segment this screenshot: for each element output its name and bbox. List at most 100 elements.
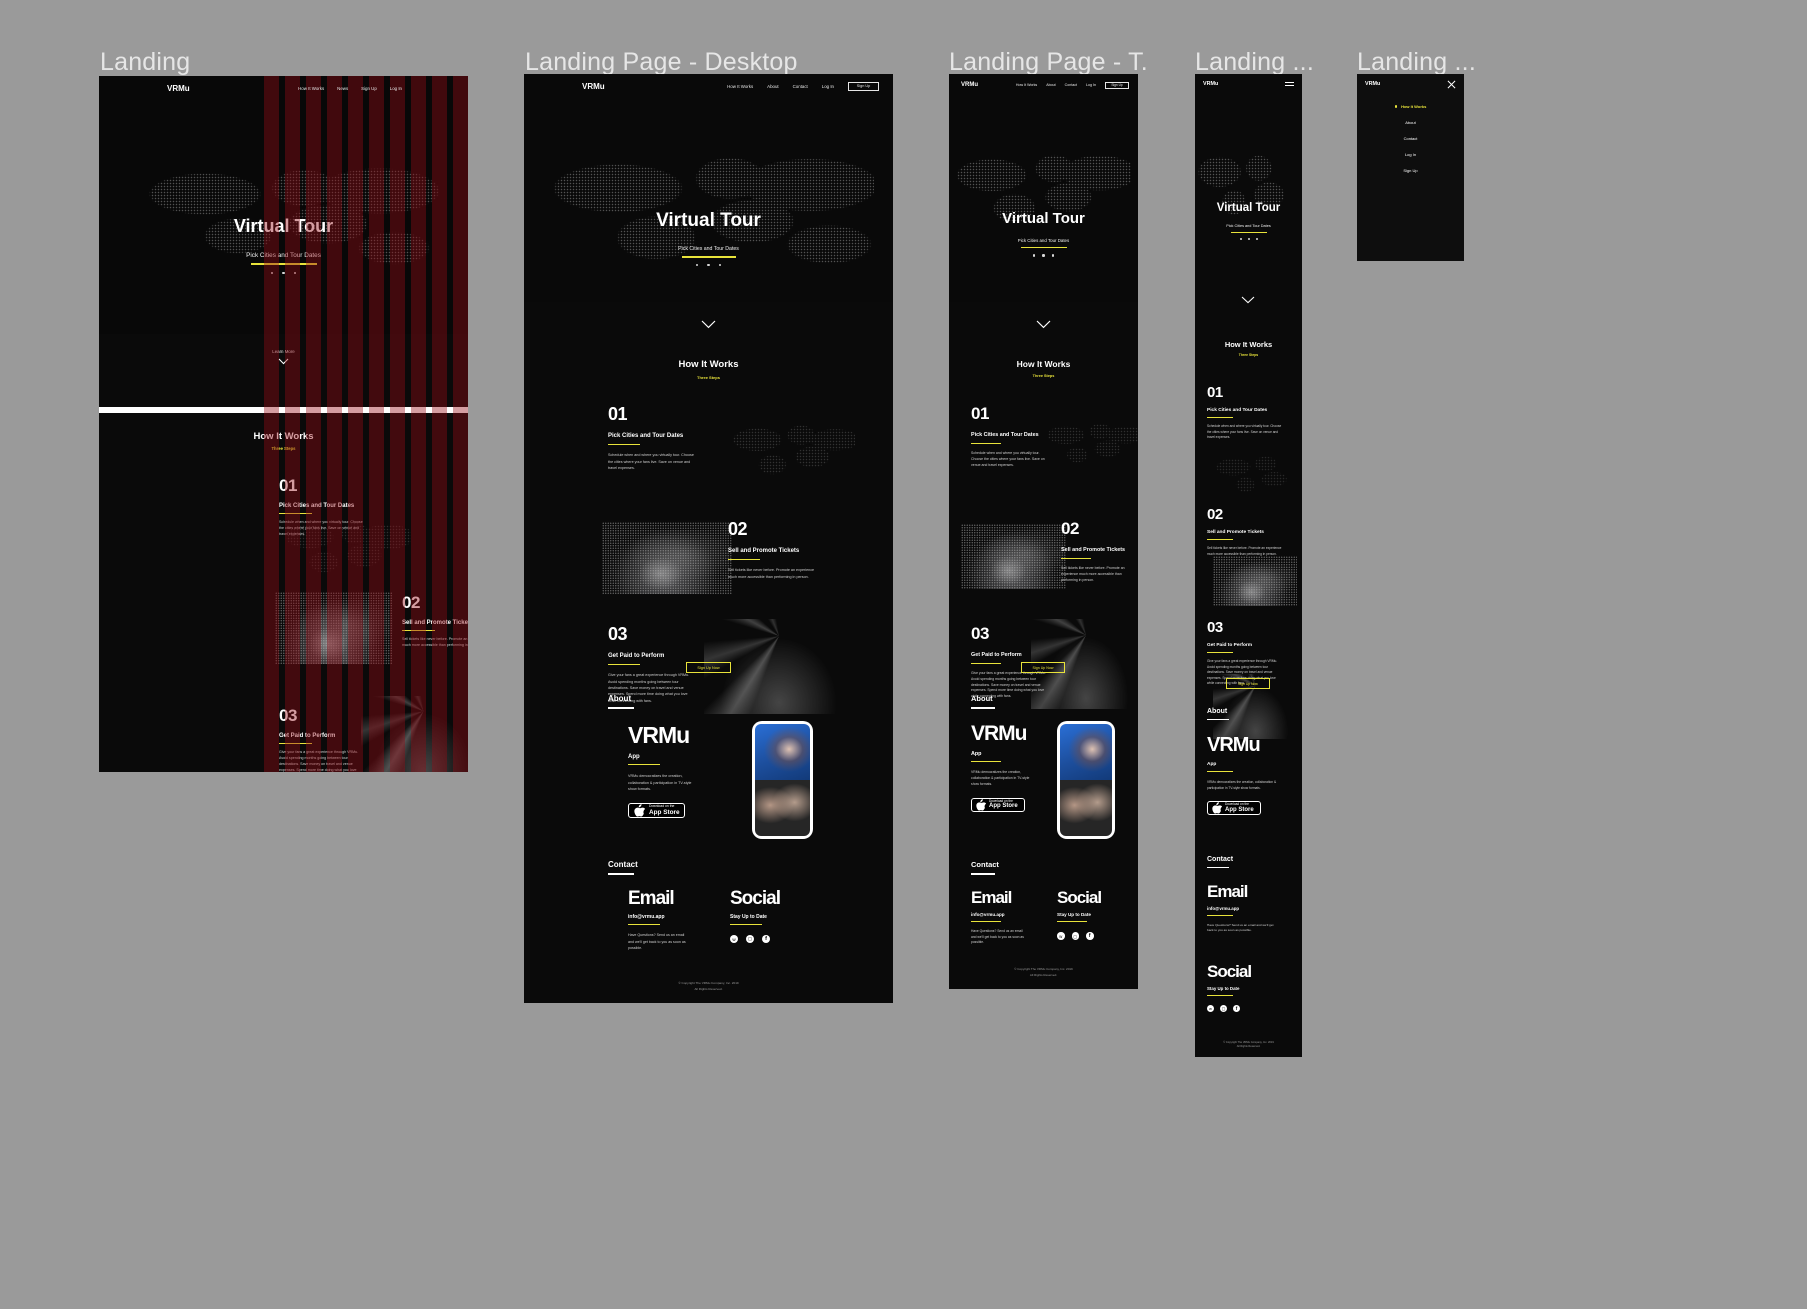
app-store-button[interactable]: Download on the App Store bbox=[971, 797, 1025, 812]
nav-link-contact[interactable]: Contact bbox=[1065, 83, 1077, 87]
frame-landing-mobile-menu[interactable]: VRMu How It Works About Contact Log In S… bbox=[1357, 74, 1464, 261]
carousel-dot[interactable] bbox=[1051, 254, 1054, 257]
nav-links-desktop: How It Works About Contact Log In Sign U… bbox=[727, 81, 893, 91]
nav-link-about[interactable]: About bbox=[767, 84, 778, 89]
carousel-dot[interactable] bbox=[1042, 254, 1045, 257]
about-underline bbox=[971, 707, 995, 709]
brand-logo[interactable]: VRMu bbox=[1203, 81, 1218, 87]
twitter-icon[interactable]: w bbox=[1207, 1005, 1214, 1013]
close-icon[interactable] bbox=[1447, 80, 1456, 89]
twitter-icon[interactable]: w bbox=[1057, 932, 1065, 940]
section-kicker-how: Three Steps bbox=[697, 375, 720, 380]
menu-item-how-it-works[interactable]: How It Works bbox=[1401, 104, 1426, 109]
frame-label-mobile[interactable]: Landing ... bbox=[1195, 48, 1355, 77]
chevron-down-icon[interactable] bbox=[278, 358, 289, 365]
sign-up-now-button[interactable]: Sign Up Now bbox=[1021, 662, 1065, 673]
nav-link-how-it-works[interactable]: How It Works bbox=[1016, 83, 1037, 87]
contact-social-block: Social Stay Up to Date w ▢ f bbox=[1207, 962, 1297, 1013]
menu-item-log-in[interactable]: Log In bbox=[1357, 152, 1464, 157]
step-number: 01 bbox=[279, 476, 297, 495]
facebook-icon[interactable]: f bbox=[1086, 932, 1094, 940]
frame-label-tablet[interactable]: Landing Page - T... bbox=[949, 48, 1149, 77]
sign-up-button[interactable]: Sign Up bbox=[1105, 81, 1129, 89]
frame-landing-desktop[interactable]: VRMu How It Works About Contact Log In S… bbox=[524, 74, 893, 1003]
facebook-icon[interactable]: f bbox=[762, 935, 770, 944]
learn-more-block[interactable]: Learn More bbox=[99, 349, 468, 365]
nav-links-tablet: How It Works About Contact Log In Sign U… bbox=[1016, 81, 1138, 89]
nav-link-about[interactable]: About bbox=[1046, 83, 1055, 87]
sign-up-button[interactable]: Sign Up bbox=[848, 81, 879, 91]
nav-link-how-it-works[interactable]: How It Works bbox=[298, 86, 324, 91]
step-01-tablet: 01 Pick Cities and Tour Dates Schedule w… bbox=[971, 404, 1081, 469]
sign-up-now-button[interactable]: Sign Up Now bbox=[686, 662, 731, 673]
facebook-icon[interactable]: f bbox=[1233, 1005, 1240, 1013]
email-address[interactable]: info@vrmu.app bbox=[1207, 906, 1297, 911]
step-underline bbox=[971, 663, 1001, 665]
chevron-down-icon[interactable] bbox=[701, 320, 716, 329]
carousel-dot[interactable] bbox=[707, 263, 710, 266]
carousel-dot[interactable] bbox=[282, 271, 285, 274]
frame-label-mobile-menu[interactable]: Landing ... bbox=[1357, 48, 1517, 77]
frame-landing-tablet[interactable]: VRMu How It Works About Contact Log In S… bbox=[949, 74, 1138, 989]
about-body: VRMu democratizes the creation, collabor… bbox=[971, 770, 1030, 786]
menu-item-about[interactable]: About bbox=[1357, 120, 1464, 125]
nav-link-log-in[interactable]: Log In bbox=[1086, 83, 1096, 87]
step-art-world-map bbox=[1213, 444, 1298, 499]
instagram-icon[interactable]: ▢ bbox=[1071, 932, 1079, 940]
chevron-down-icon[interactable] bbox=[1241, 296, 1255, 304]
frame-landing[interactable]: VRMu How It Works News Sign Up Log In Vi… bbox=[99, 76, 468, 772]
brand-logo[interactable]: VRMu bbox=[961, 82, 978, 88]
carousel-dot[interactable] bbox=[270, 271, 274, 274]
carousel-dot[interactable] bbox=[293, 271, 297, 274]
app-store-large-label: App Store bbox=[649, 809, 680, 817]
brand-logo[interactable]: VRMu bbox=[1365, 81, 1380, 87]
nav-link-how-it-works[interactable]: How It Works bbox=[727, 84, 753, 89]
carousel-dot[interactable] bbox=[1239, 238, 1242, 241]
carousel-dot[interactable] bbox=[718, 263, 722, 266]
twitter-icon[interactable]: w bbox=[730, 935, 738, 944]
nav-link-log-in[interactable]: Log In bbox=[822, 84, 834, 89]
hero-subtitle: Pick Cities and Tour Dates bbox=[1226, 224, 1271, 228]
hero-tablet: Virtual Tour Pick Cities and Tour Dates bbox=[949, 210, 1138, 257]
section-kicker-how: Three Steps bbox=[1032, 374, 1055, 378]
social-icon-row: w ▢ f bbox=[1057, 932, 1138, 940]
step-art-crowd bbox=[602, 522, 732, 594]
about-title: About bbox=[1207, 708, 1228, 715]
email-body: Have Questions? Send us an email and we'… bbox=[1207, 923, 1274, 933]
nav-link-news[interactable]: News bbox=[337, 86, 348, 91]
about-brand-word: VRMu bbox=[628, 722, 690, 748]
instagram-icon[interactable]: ▢ bbox=[1220, 1005, 1227, 1013]
sign-up-now-button[interactable]: Sign Up Now bbox=[1226, 678, 1270, 689]
brand-logo[interactable]: VRMu bbox=[582, 82, 605, 91]
section-title-how: How It Works bbox=[1016, 359, 1071, 369]
nav-link-contact[interactable]: Contact bbox=[793, 84, 808, 89]
carousel-dot[interactable] bbox=[1033, 254, 1036, 257]
step-heading: Sell and Promote Tickets bbox=[1207, 530, 1264, 535]
hamburger-icon[interactable] bbox=[1285, 81, 1294, 87]
frame-landing-mobile[interactable]: VRMu Virtual Tour Pick Cities and Tour D… bbox=[1195, 74, 1302, 1057]
carousel-dot[interactable] bbox=[1255, 238, 1258, 241]
frame-label-landing[interactable]: Landing bbox=[100, 48, 190, 77]
frame-label-desktop[interactable]: Landing Page - Desktop bbox=[525, 48, 798, 77]
carousel-dot[interactable] bbox=[695, 263, 699, 266]
nav-link-sign-up[interactable]: Sign Up bbox=[361, 86, 377, 91]
email-address[interactable]: info@vrmu.app bbox=[971, 912, 1056, 917]
contact-title: Contact bbox=[971, 860, 999, 869]
menu-item-sign-up[interactable]: Sign Up bbox=[1357, 168, 1464, 173]
menu-item-contact[interactable]: Contact bbox=[1357, 136, 1464, 141]
footer-mobile: © Copyright The VRMu Company, Inc. 2019 … bbox=[1195, 1041, 1302, 1048]
site-nav-mobile-menu: VRMu bbox=[1357, 74, 1464, 94]
app-store-button[interactable]: Download on the App Store bbox=[1207, 801, 1261, 816]
email-address[interactable]: info@vrmu.app bbox=[628, 914, 723, 920]
step-underline bbox=[1061, 558, 1091, 560]
app-store-button[interactable]: Download on the App Store bbox=[628, 803, 685, 819]
chevron-down-icon[interactable] bbox=[1036, 320, 1051, 329]
nav-link-log-in[interactable]: Log In bbox=[390, 86, 402, 91]
brand-logo[interactable]: VRMu bbox=[167, 84, 190, 93]
copyright-line-1: © Copyright The VRMu Company, Inc. 2019 bbox=[678, 981, 739, 985]
step-underline bbox=[1207, 417, 1233, 419]
step-underline bbox=[728, 559, 760, 561]
social-icon-row: w ▢ f bbox=[1207, 1005, 1297, 1013]
carousel-dot[interactable] bbox=[1247, 238, 1250, 241]
instagram-icon[interactable]: ▢ bbox=[746, 935, 754, 944]
